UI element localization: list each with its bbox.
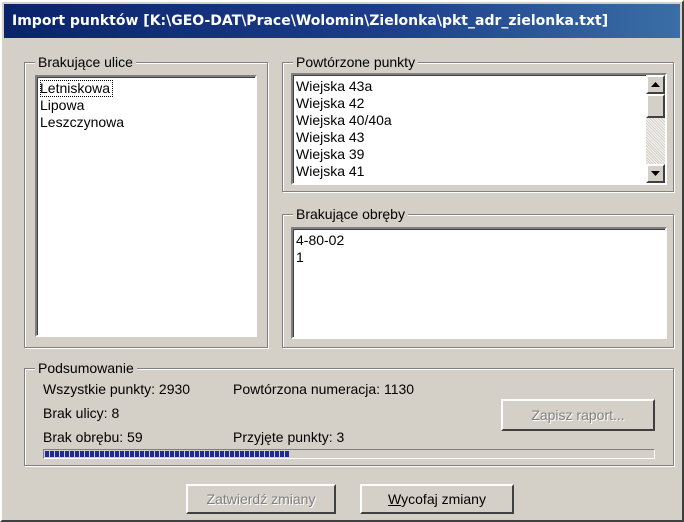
list-item[interactable]: Leszczynowa [37,114,255,131]
list-item[interactable]: Wiejska 43 [293,129,665,146]
missing-streets-list[interactable]: Letniskowa Lipowa Leszczynowa [35,75,257,337]
repeated-points-label: Powtórzone punkty [293,53,419,71]
save-report-button[interactable]: Zapisz raport... [501,399,655,431]
missing-streets-group: Brakujące ulice Letniskowa Lipowa Leszczyn… [24,53,268,348]
list-item[interactable]: Wiejska 43a [293,78,665,95]
progress-fill [45,451,289,457]
repeated-points-scrollbar[interactable] [646,75,665,183]
window-title: Import punktów [K:\GEO-DAT\Prace\Wolomin… [4,4,680,38]
summary-group: Podsumowanie Wszystkie punkty: 2930 Powt… [24,359,674,466]
list-item[interactable]: Wiejska 40/40a [293,112,665,129]
accepted-points-count: Przyjęte punkty: 3 [233,429,345,445]
summary-label: Podsumowanie [35,359,137,377]
scroll-thumb[interactable] [646,94,665,118]
missing-precincts-label: Brakujące obręby [293,205,408,223]
list-item[interactable]: Wiejska 39 [293,146,665,163]
missing-precinct-count: Brak obrębu: 59 [43,429,143,445]
arrow-up-icon[interactable] [646,75,665,94]
list-item[interactable]: Letniskowa [37,80,255,97]
list-item[interactable]: Wiejska 42 [293,95,665,112]
arrow-down-icon[interactable] [646,164,665,183]
list-item[interactable]: Wiejska 41 [293,163,665,180]
confirm-changes-button[interactable]: Zatwierdź zmiany [186,484,336,514]
repeated-points-group: Powtórzone punkty Wiejska 43a Wiejska 42 W… [282,53,674,192]
missing-precincts-group: Brakujące obręby 4-80-02 1 [282,205,674,348]
missing-precincts-list[interactable]: 4-80-02 1 [291,227,667,339]
list-item[interactable]: 4-80-02 [293,232,665,249]
all-points-count: Wszystkie punkty: 2930 [43,381,191,397]
repeated-points-list[interactable]: Wiejska 43a Wiejska 42 Wiejska 40/40a Wiejs… [291,73,667,185]
progress-bar [43,449,655,459]
cancel-changes-label: Wycofaj zmiany [388,491,486,507]
missing-streets-label: Brakujące ulice [35,53,136,71]
missing-street-count: Brak ulicy: 8 [43,405,120,421]
repeated-numbering-count: Powtórzona numeracja: 1130 [233,381,415,397]
list-item[interactable]: 1 [293,249,665,266]
list-item[interactable]: Lipowa [37,97,255,114]
cancel-changes-button[interactable]: Wycofaj zmiany [360,484,514,514]
import-points-dialog: Import punktów [K:\GEO-DAT\Prace\Wolomin… [0,0,684,522]
